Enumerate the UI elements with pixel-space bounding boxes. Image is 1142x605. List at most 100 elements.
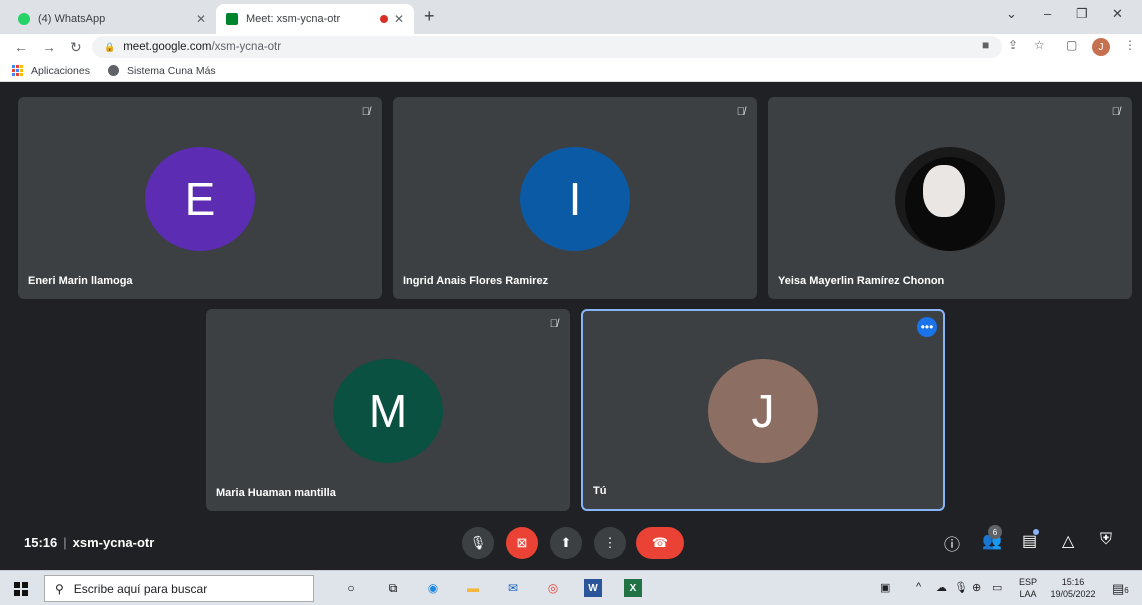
- hangup-icon: ☎: [651, 535, 669, 550]
- address-bar[interactable]: 🔒 meet.google.com /xsm-ycna-otr: [92, 36, 1002, 58]
- camera-off-button[interactable]: ⊠: [506, 527, 538, 559]
- chrome-icon[interactable]: ◎: [544, 579, 562, 597]
- self-tile[interactable]: ••• J Tú: [581, 309, 945, 511]
- self-name: Tú: [593, 485, 607, 497]
- tab-title: Meet: xsm-ycna-otr: [246, 13, 341, 25]
- chat-icon: ▤: [1022, 533, 1038, 550]
- mic-off-icon: 🎙̸: [736, 106, 745, 118]
- participant-name: Eneri Marin llamoga: [28, 275, 133, 287]
- windows-start-icon[interactable]: [14, 582, 28, 596]
- taskbar-search[interactable]: ⚲ Escribe aquí para buscar: [44, 575, 314, 602]
- browser-toolbar: ← → ↻ 🔒 meet.google.com /xsm-ycna-otr ■ …: [0, 34, 1142, 60]
- back-icon[interactable]: ←: [14, 39, 28, 55]
- mic-button[interactable]: 🎙: [462, 527, 494, 559]
- meeting-info: 15:16 | xsm-ycna-otr: [24, 535, 155, 550]
- profile-avatar[interactable]: J: [1092, 38, 1110, 56]
- meeting-details-icon[interactable]: ⓘ: [944, 531, 960, 555]
- tab-meet[interactable]: Meet: xsm-ycna-otr ✕: [216, 4, 414, 34]
- network-icon[interactable]: ⊕: [972, 581, 981, 594]
- mail-icon[interactable]: ✉: [504, 579, 522, 597]
- participant-tile[interactable]: 🎙̸ E Eneri Marin llamoga: [18, 97, 382, 299]
- mic-icon: 🎙: [469, 535, 487, 550]
- more-options-button[interactable]: ⋮: [594, 527, 626, 559]
- browser-menu-icon[interactable]: ⋮: [1124, 38, 1136, 52]
- minimize-icon[interactable]: –: [1044, 6, 1051, 21]
- reload-icon[interactable]: ↻: [70, 39, 82, 56]
- forward-icon[interactable]: →: [42, 39, 56, 55]
- participant-tile[interactable]: 🎙̸ I Ingrid Anais Flores Ramirez: [393, 97, 757, 299]
- onedrive-icon[interactable]: ☁: [936, 581, 947, 594]
- bookmark-label: Sistema Cuna Más: [126, 64, 216, 77]
- mic-off-icon: 🎙̸: [1111, 106, 1120, 118]
- tab-title: (4) WhatsApp: [38, 13, 106, 25]
- recording-indicator-icon: [379, 15, 388, 23]
- participant-avatar: M: [333, 359, 443, 463]
- cortana-icon[interactable]: ○: [342, 579, 360, 597]
- mic-off-icon: 🎙̸: [361, 106, 370, 118]
- apps-grid-icon: [12, 65, 23, 76]
- participant-name: Yeisa Mayerlin Ramírez Chonon: [778, 275, 945, 287]
- edge-icon[interactable]: ◉: [424, 579, 442, 597]
- word-icon[interactable]: W: [584, 579, 602, 597]
- meeting-code: xsm-ycna-otr: [72, 535, 155, 550]
- unread-dot: [1033, 529, 1040, 535]
- lock-icon[interactable]: 🔒: [104, 42, 115, 53]
- side-panel-icon[interactable]: ▢: [1066, 38, 1077, 52]
- news-widget-icon[interactable]: ▣: [880, 581, 890, 594]
- close-window-icon[interactable]: ✕: [1112, 6, 1123, 22]
- url-host: meet.google.com: [123, 41, 212, 53]
- activities-icon[interactable]: △: [1062, 531, 1074, 551]
- windows-taskbar: ⚲ Escribe aquí para buscar ○ ⧉ ◉ ▬ ✉ ◎ W…: [0, 570, 1142, 605]
- excel-icon[interactable]: X: [624, 579, 642, 597]
- camera-off-icon: ⊠: [516, 535, 528, 550]
- microphone-tray-icon[interactable]: 🎙: [954, 581, 968, 594]
- bookmark-label: Aplicaciones: [31, 64, 90, 77]
- clock-time: 15:16: [1061, 577, 1085, 587]
- url-path: /xsm-ycna-otr: [211, 41, 282, 53]
- notifications-icon[interactable]: ▤6: [1112, 581, 1129, 597]
- notification-count: 6: [1124, 586, 1129, 595]
- search-icon: ⚲: [55, 581, 64, 596]
- participant-count-badge: 6: [988, 525, 1002, 539]
- lang-layout: LAA: [1019, 589, 1037, 599]
- leave-call-button[interactable]: ☎: [636, 527, 684, 559]
- meet-stage: 🎙̸ E Eneri Marin llamoga 🎙̸ I Ingrid Ana…: [0, 83, 1142, 570]
- participant-avatar: I: [520, 147, 630, 251]
- meet-favicon-icon: [226, 13, 238, 25]
- bookmark-star-icon[interactable]: ☆: [1034, 38, 1045, 52]
- clock-date: 19/05/2022: [1050, 589, 1096, 599]
- tab-whatsapp[interactable]: (4) WhatsApp ✕: [8, 4, 216, 34]
- present-button[interactable]: ⬆: [550, 527, 582, 559]
- globe-icon: [107, 65, 119, 76]
- participant-name: Maria Huaman mantilla: [216, 487, 336, 499]
- lang-code: ESP: [1018, 577, 1037, 587]
- language-indicator[interactable]: ESP LAA: [1016, 576, 1040, 600]
- meeting-time: 15:16: [24, 535, 58, 550]
- participant-tile[interactable]: 🎙̸ Yeisa Mayerlin Ramírez Chonon: [768, 97, 1132, 299]
- browser-tabstrip: (4) WhatsApp ✕ Meet: xsm-ycna-otr ✕ + ⌄ …: [0, 0, 1142, 34]
- new-tab-icon[interactable]: +: [424, 6, 435, 27]
- participant-avatar: E: [145, 147, 255, 251]
- search-placeholder: Escribe aquí para buscar: [73, 581, 208, 596]
- close-tab-icon[interactable]: ✕: [394, 12, 404, 26]
- bookmark-sistema-cuna-mas[interactable]: Sistema Cuna Más: [107, 64, 216, 77]
- participant-tile[interactable]: 🎙̸ M Maria Huaman mantilla: [206, 309, 570, 511]
- more-options-icon[interactable]: •••: [917, 317, 937, 337]
- bookmark-apps[interactable]: Aplicaciones: [12, 65, 90, 77]
- battery-icon[interactable]: ▭: [992, 581, 1002, 594]
- host-controls-icon[interactable]: ⛨: [1100, 531, 1112, 549]
- task-view-icon[interactable]: ⧉: [384, 579, 402, 597]
- self-avatar: J: [708, 359, 818, 463]
- share-icon[interactable]: ⇪: [1008, 38, 1018, 52]
- file-explorer-icon[interactable]: ▬: [464, 579, 482, 597]
- people-button[interactable]: 👥 6: [982, 525, 1002, 551]
- present-screen-icon: ⬆: [560, 535, 572, 550]
- camera-in-use-icon[interactable]: ■: [982, 38, 989, 52]
- chat-button[interactable]: ▤: [1022, 529, 1040, 551]
- show-hidden-icons-icon[interactable]: ^: [916, 581, 921, 593]
- mic-off-icon: 🎙̸: [549, 318, 558, 330]
- tab-search-icon[interactable]: ⌄: [1006, 6, 1017, 22]
- system-clock[interactable]: 15:16 19/05/2022: [1046, 576, 1100, 600]
- close-tab-icon[interactable]: ✕: [196, 12, 206, 26]
- restore-icon[interactable]: ❐: [1076, 6, 1088, 22]
